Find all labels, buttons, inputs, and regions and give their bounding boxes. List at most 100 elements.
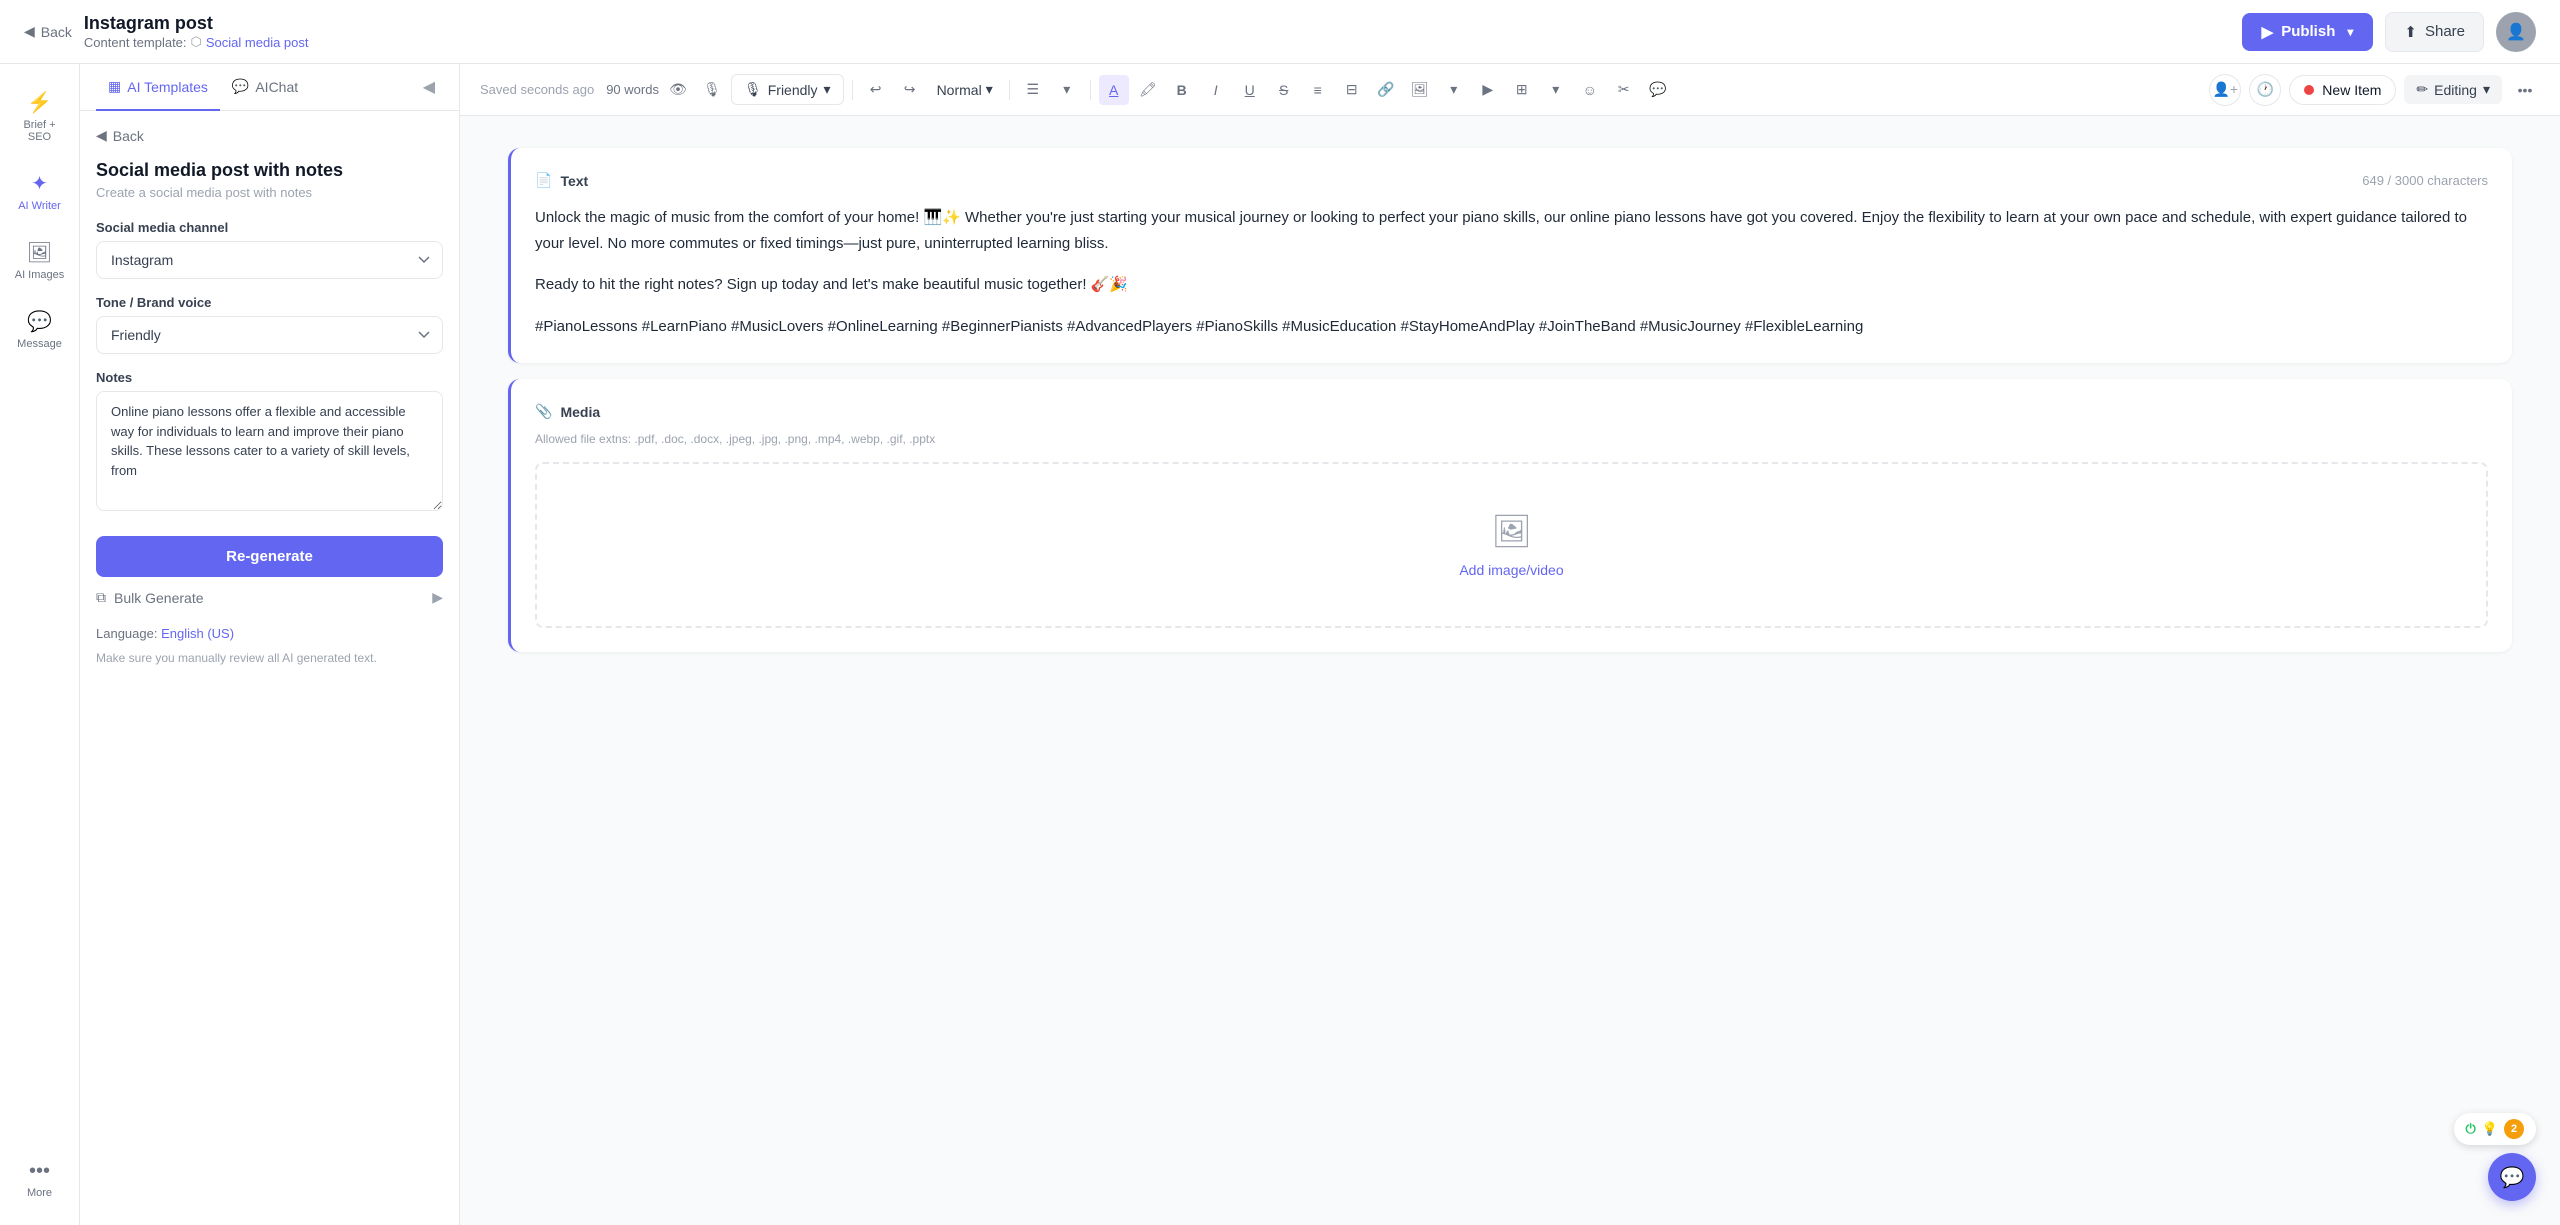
- table-button[interactable]: ⊞: [1507, 75, 1537, 105]
- top-header: ◀ Back Instagram post Content template: …: [0, 0, 2560, 64]
- bullet-list-button[interactable]: ≡: [1303, 75, 1333, 105]
- tone-brand-voice-select[interactable]: Friendly Professional Casual Formal Witt…: [96, 316, 443, 354]
- bulk-generate-row[interactable]: ⧉ Bulk Generate ▶: [96, 577, 443, 618]
- tone-mic-icon: 🎙: [744, 81, 762, 98]
- history-button[interactable]: 🕐: [2249, 74, 2281, 106]
- ai-writer-icon: ✦: [31, 171, 48, 196]
- template-title: Social media post with notes: [96, 160, 443, 181]
- disclaimer-text: Make sure you manually review all AI gen…: [96, 649, 443, 667]
- align-dropdown-button[interactable]: ▾: [1052, 75, 1082, 105]
- underline-button[interactable]: U: [1235, 75, 1265, 105]
- text-color-button[interactable]: A: [1099, 75, 1129, 105]
- sidebar-item-ai-images-label: AI Images: [15, 269, 65, 281]
- back-label: Back: [41, 24, 72, 40]
- image-dropdown-button[interactable]: ▾: [1439, 75, 1469, 105]
- sidebar-item-more[interactable]: ••• More: [5, 1150, 75, 1209]
- header-left: ◀ Back Instagram post Content template: …: [24, 13, 309, 50]
- align-left-button[interactable]: ☰: [1018, 75, 1048, 105]
- editor-toolbar: Saved seconds ago 90 words 👁 🎙 🎙 Friendl…: [460, 64, 2560, 116]
- tone-brand-voice-label: Tone / Brand voice: [96, 295, 443, 310]
- tab-aichat[interactable]: 💬 AIChat: [220, 64, 310, 111]
- word-count: 90 words: [606, 82, 659, 97]
- upload-box[interactable]: 🖼 Add image/video: [535, 462, 2488, 628]
- format-select-button[interactable]: Normal ▾: [929, 77, 1001, 102]
- text-paragraph-1: Unlock the magic of music from the comfo…: [535, 205, 2488, 256]
- separator-1: [852, 80, 853, 100]
- aichat-tab-label: AIChat: [255, 79, 298, 95]
- chat-fab-button[interactable]: 💬: [2488, 1153, 2536, 1201]
- indicator-badge: 2: [2504, 1119, 2524, 1139]
- sidebar-item-brief-seo-label: Brief + SEO: [13, 119, 67, 143]
- language-row: Language: English (US): [96, 626, 443, 641]
- ai-images-icon: 🖼: [27, 240, 52, 265]
- share-button[interactable]: ⬆ Share: [2385, 12, 2484, 52]
- collapse-icon: ◀: [423, 77, 435, 97]
- bulb-icon: 💡: [2482, 1121, 2498, 1137]
- ai-templates-tab-label: AI Templates: [127, 79, 208, 95]
- emoji-button[interactable]: ☺: [1575, 75, 1605, 105]
- strikethrough-button[interactable]: S: [1269, 75, 1299, 105]
- language-link[interactable]: English (US): [161, 626, 234, 641]
- share-label: Share: [2425, 23, 2465, 40]
- media-section-card: 📎 Media Allowed file extns: .pdf, .doc, …: [508, 379, 2512, 652]
- text-paragraph-2: Ready to hit the right notes? Sign up to…: [535, 272, 2488, 298]
- highlight-button[interactable]: 🖍: [1133, 75, 1163, 105]
- copy-icon: ⧉: [96, 589, 106, 606]
- sidebar-item-message[interactable]: 💬 Message: [5, 299, 75, 360]
- avatar[interactable]: 👤: [2496, 12, 2536, 52]
- template-back-button[interactable]: ◀ Back: [96, 127, 443, 144]
- tab-ai-templates[interactable]: ▦ AI Templates: [96, 64, 220, 111]
- add-user-button[interactable]: 👤+: [2209, 74, 2241, 106]
- main-layout: ⚡ Brief + SEO ✦ AI Writer 🖼 AI Images 💬 …: [0, 64, 2560, 1225]
- sidebar-item-message-label: Message: [17, 338, 62, 350]
- tone-selector-group: 🎙 Friendly ▾: [731, 74, 844, 105]
- link-button[interactable]: 🔗: [1371, 75, 1401, 105]
- paperclip-icon: 📎: [535, 403, 552, 420]
- editor-content: 📄 Text 649 / 3000 characters Unlock the …: [460, 116, 2560, 1225]
- saved-status: Saved seconds ago: [480, 82, 594, 97]
- bulk-chevron-icon: ▶: [432, 589, 443, 606]
- char-count: 649 / 3000 characters: [2362, 173, 2488, 188]
- publish-label: Publish: [2281, 23, 2335, 40]
- sidebar-item-ai-images[interactable]: 🖼 AI Images: [5, 230, 75, 291]
- image-upload-icon: 🖼: [1491, 512, 1532, 550]
- eye-button[interactable]: 👁: [663, 75, 693, 105]
- format-chevron-icon: ▾: [986, 81, 993, 98]
- image-button[interactable]: 🖼: [1405, 75, 1435, 105]
- tone-selector-button[interactable]: 🎙 Friendly ▾: [731, 74, 844, 105]
- social-media-channel-group: Social media channel Instagram Twitter F…: [96, 220, 443, 279]
- editing-button[interactable]: ✏ Editing ▾: [2404, 75, 2502, 104]
- new-item-button[interactable]: New Item: [2289, 75, 2396, 105]
- notes-textarea[interactable]: Online piano lessons offer a flexible an…: [96, 391, 443, 511]
- editor-text-content[interactable]: Unlock the magic of music from the comfo…: [535, 205, 2488, 339]
- ordered-list-button[interactable]: ⊟: [1337, 75, 1367, 105]
- publish-button[interactable]: ▶ Publish ▾: [2242, 13, 2374, 51]
- microphone-button[interactable]: 🎙: [697, 75, 727, 105]
- back-button[interactable]: ◀ Back: [24, 23, 72, 40]
- play-button[interactable]: ▶: [1473, 75, 1503, 105]
- cut-button[interactable]: ✂: [1609, 75, 1639, 105]
- template-link[interactable]: Social media post: [206, 35, 309, 50]
- page-title: Instagram post: [84, 13, 309, 34]
- more-options-button[interactable]: •••: [2510, 75, 2540, 105]
- sidebar-item-ai-writer[interactable]: ✦ AI Writer: [5, 161, 75, 222]
- table-dropdown-button[interactable]: ▾: [1541, 75, 1571, 105]
- header-title-block: Instagram post Content template: ⬡ Socia…: [84, 13, 309, 50]
- notes-label: Notes: [96, 370, 443, 385]
- regenerate-button[interactable]: Re-generate: [96, 536, 443, 577]
- ai-templates-tab-icon: ▦: [108, 78, 121, 95]
- social-media-channel-select[interactable]: Instagram Twitter Facebook LinkedIn TikT…: [96, 241, 443, 279]
- aichat-tab-icon: 💬: [232, 78, 249, 95]
- panel-collapse-button[interactable]: ◀: [415, 77, 443, 97]
- undo-button[interactable]: ↩: [861, 75, 891, 105]
- bold-button[interactable]: B: [1167, 75, 1197, 105]
- redo-button[interactable]: ↪: [895, 75, 925, 105]
- toolbar-right: 👤+ 🕐 New Item ✏ Editing ▾ •••: [2209, 74, 2540, 106]
- brief-seo-icon: ⚡: [27, 90, 52, 115]
- italic-button[interactable]: I: [1201, 75, 1231, 105]
- comment-button[interactable]: 💬: [1643, 75, 1673, 105]
- power-icon: ⏻: [2466, 1121, 2476, 1137]
- sidebar-item-brief-seo[interactable]: ⚡ Brief + SEO: [5, 80, 75, 153]
- editing-chevron-icon: ▾: [2483, 81, 2490, 98]
- notes-group: Notes Online piano lessons offer a flexi…: [96, 370, 443, 516]
